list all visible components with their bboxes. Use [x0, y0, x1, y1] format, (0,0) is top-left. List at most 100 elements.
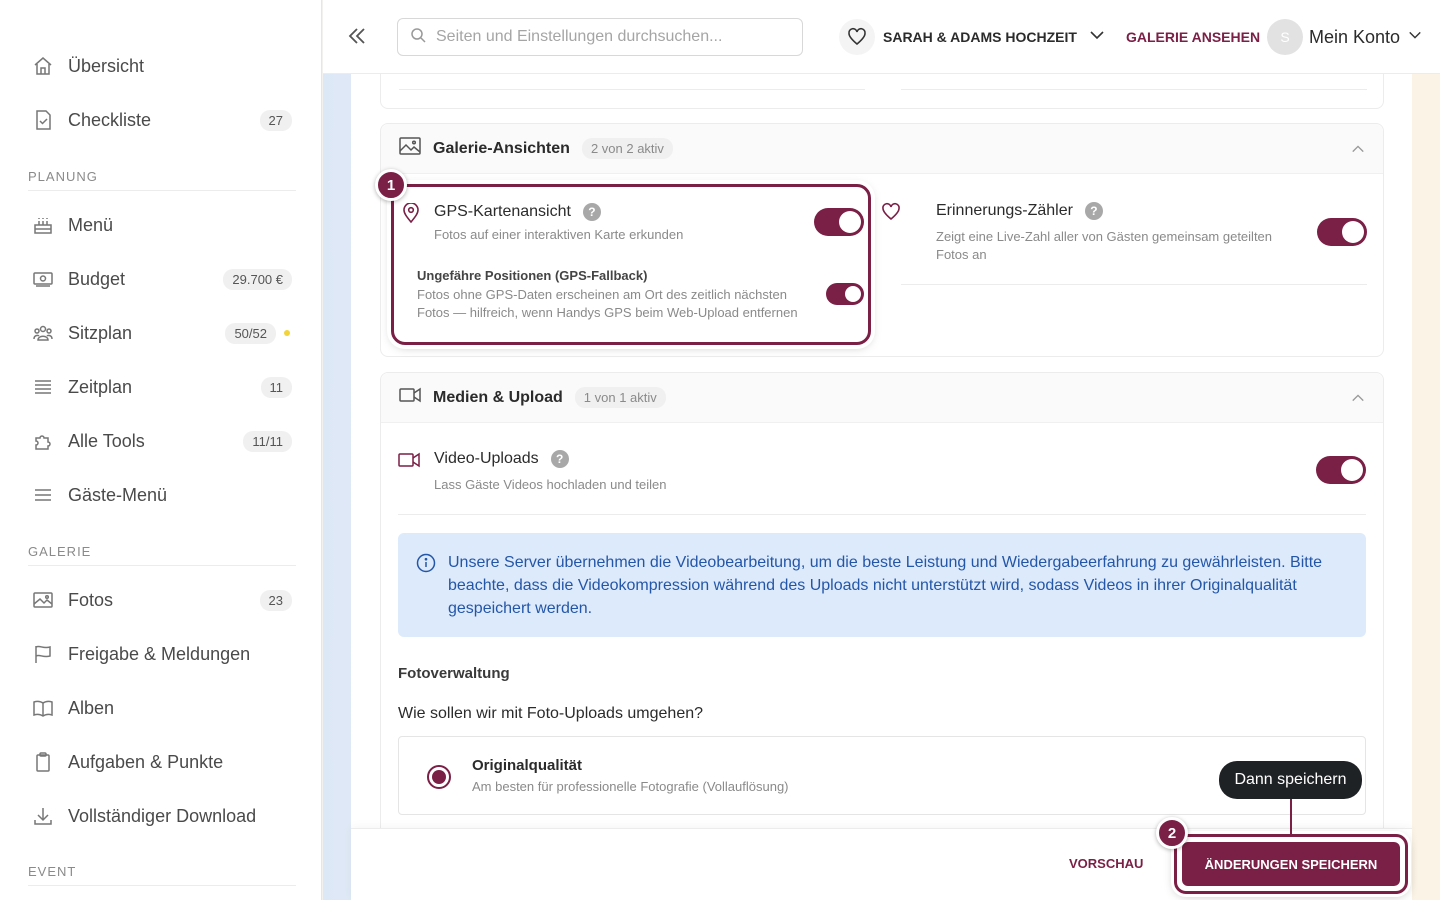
feature-title: Erinnerungs-Zähler [936, 202, 1073, 219]
home-icon [32, 55, 54, 77]
top-bar: SARAH & ADAMS HOCHZEIT GALERIE ANSEHEN S… [323, 0, 1440, 74]
sidebar-item-download[interactable]: Vollständiger Download [28, 796, 292, 836]
cake-icon [32, 214, 54, 236]
photo-upload-question: Wie sollen wir mit Foto-Uploads umgehen? [398, 705, 704, 722]
account-label: Mein Konto [1309, 26, 1401, 47]
info-text: Unsere Server übernehmen die Videobearbe… [448, 554, 1323, 617]
count-badge: 29.700 € [223, 268, 292, 290]
media-upload-header[interactable]: Medien & Upload 1 von 1 aktiv [381, 373, 1383, 423]
section-heading-event: EVENT [28, 864, 296, 886]
radio-selected[interactable] [427, 765, 451, 789]
menu-icon [32, 484, 54, 506]
sidebar-item-label: Budget [68, 268, 126, 289]
heart-icon [839, 19, 875, 55]
option-title: Originalqualität [472, 757, 583, 774]
gps-map-toggle[interactable] [814, 208, 864, 236]
search-icon [410, 27, 426, 48]
fallback-title: Ungefähre Positionen (GPS-Fallback) [417, 268, 648, 283]
fallback-description: Fotos ohne GPS-Daten erscheinen am Ort d… [417, 287, 798, 320]
heart-icon [881, 202, 901, 227]
video-camera-icon [399, 387, 421, 408]
feature-description: Lass Gäste Videos hochladen und teilen [434, 477, 667, 492]
sidebar-item-all-tools[interactable]: Alle Tools 11/11 [28, 421, 292, 461]
sidebar-item-checklist[interactable]: Checkliste 27 [28, 100, 292, 140]
location-pin-icon [402, 202, 420, 228]
count-badge: 27 [259, 109, 292, 131]
sidebar-item-label: Zeitplan [68, 376, 133, 397]
flag-icon [32, 643, 54, 665]
people-icon [32, 322, 54, 344]
count-badge: 11 [260, 376, 292, 398]
sidebar-item-label: Checkliste [68, 109, 152, 130]
section-heading-gallery: GALERIE [28, 544, 296, 566]
info-icon [416, 553, 436, 578]
gallery-views-header[interactable]: Galerie-Ansichten 2 von 2 aktiv [381, 124, 1383, 174]
notification-dot [284, 330, 290, 336]
sidebar-item-label: Freigabe & Meldungen [68, 643, 251, 664]
clipboard-icon [32, 751, 54, 773]
count-badge: 11/11 [243, 430, 292, 452]
avatar: S [1267, 19, 1303, 55]
section-heading-planning: PLANUNG [28, 169, 296, 191]
money-icon [32, 268, 54, 290]
sidebar-item-menu[interactable]: Menü [28, 205, 292, 245]
card-title: Medien & Upload [433, 388, 563, 406]
gps-map-setting: GPS-Kartenansicht ? Fotos auf einer inte… [391, 184, 871, 345]
save-changes-button[interactable]: ÄNDERUNGEN SPEICHERN [1182, 842, 1400, 886]
status-badge: 1 von 1 aktiv [574, 387, 666, 408]
tooltip-connector [1290, 799, 1292, 834]
sidebar-item-label: Aufgaben & Punkte [68, 751, 224, 772]
image-icon [32, 589, 54, 611]
sidebar-item-label: Sitzplan [68, 322, 133, 343]
feature-description: Fotos auf einer interaktiven Karte erkun… [434, 227, 684, 242]
account-menu[interactable]: S Mein Konto [1267, 18, 1422, 56]
help-icon[interactable]: ? [582, 203, 601, 221]
search-box[interactable] [397, 18, 803, 56]
chevron-down-icon [1089, 27, 1105, 48]
feature-description: Zeigt eine Live-Zahl aller von Gästen ge… [936, 229, 1273, 262]
collapse-sidebar-icon[interactable] [345, 24, 369, 48]
memory-counter-toggle[interactable] [1317, 218, 1367, 246]
sidebar-item-photos[interactable]: Fotos 23 [28, 580, 292, 620]
preview-button[interactable]: VORSCHAU [1069, 856, 1143, 871]
sidebar-item-guest-menu[interactable]: Gäste-Menü [28, 475, 292, 515]
feature-title: Video-Uploads [434, 450, 539, 467]
video-camera-icon [398, 452, 420, 473]
list-icon [32, 376, 54, 398]
video-upload-setting: Video-Uploads ? Lass Gäste Videos hochla… [398, 450, 998, 494]
chevron-up-icon[interactable] [1351, 142, 1365, 161]
sidebar-item-seating[interactable]: Sitzplan 50/52 [28, 313, 292, 353]
chevron-up-icon[interactable] [1351, 391, 1365, 410]
sidebar-item-schedule[interactable]: Zeitplan 11 [28, 367, 292, 407]
feature-title: GPS-Kartenansicht [434, 203, 571, 220]
wedding-name: SARAH & ADAMS HOCHZEIT [883, 29, 1077, 45]
tutorial-tooltip: Dann speichern [1219, 761, 1362, 799]
sidebar-item-albums[interactable]: Alben [28, 688, 292, 728]
sidebar-item-label: Übersicht [68, 55, 145, 76]
image-icon [399, 137, 421, 160]
help-icon[interactable]: ? [1084, 202, 1103, 220]
sidebar-item-approval[interactable]: Freigabe & Meldungen [28, 634, 292, 674]
view-gallery-link[interactable]: GALERIE ANSEHEN [1126, 29, 1260, 45]
video-upload-toggle[interactable] [1316, 456, 1366, 484]
sidebar-item-label: Vollständiger Download [68, 805, 257, 826]
status-badge: 2 von 2 aktiv [581, 138, 673, 159]
help-icon[interactable]: ? [550, 450, 569, 468]
wedding-selector[interactable]: SARAH & ADAMS HOCHZEIT [839, 18, 1105, 56]
sidebar-item-label: Fotos [68, 589, 114, 610]
sidebar: Übersicht Checkliste 27 PLANUNG Menü Bud… [0, 0, 322, 900]
memory-counter-setting: Erinnerungs-Zähler ? Zeigt eine Live-Zah… [882, 202, 1301, 264]
photo-management-heading: Fotoverwaltung [398, 665, 510, 682]
sidebar-item-label: Alben [68, 697, 115, 718]
tutorial-step-1: 1 [375, 169, 407, 201]
sidebar-item-label: Gäste-Menü [68, 484, 168, 505]
sidebar-item-overview[interactable]: Übersicht [28, 46, 292, 86]
search-input[interactable] [436, 28, 776, 46]
chevron-down-icon [1408, 28, 1422, 47]
puzzle-icon [32, 430, 54, 452]
sidebar-item-label: Menü [68, 214, 114, 235]
sidebar-item-budget[interactable]: Budget 29.700 € [28, 259, 292, 299]
sidebar-item-tasks[interactable]: Aufgaben & Punkte [28, 742, 292, 782]
video-info-box: Unsere Server übernehmen die Videobearbe… [398, 533, 1366, 637]
gps-fallback-toggle[interactable] [826, 283, 864, 305]
